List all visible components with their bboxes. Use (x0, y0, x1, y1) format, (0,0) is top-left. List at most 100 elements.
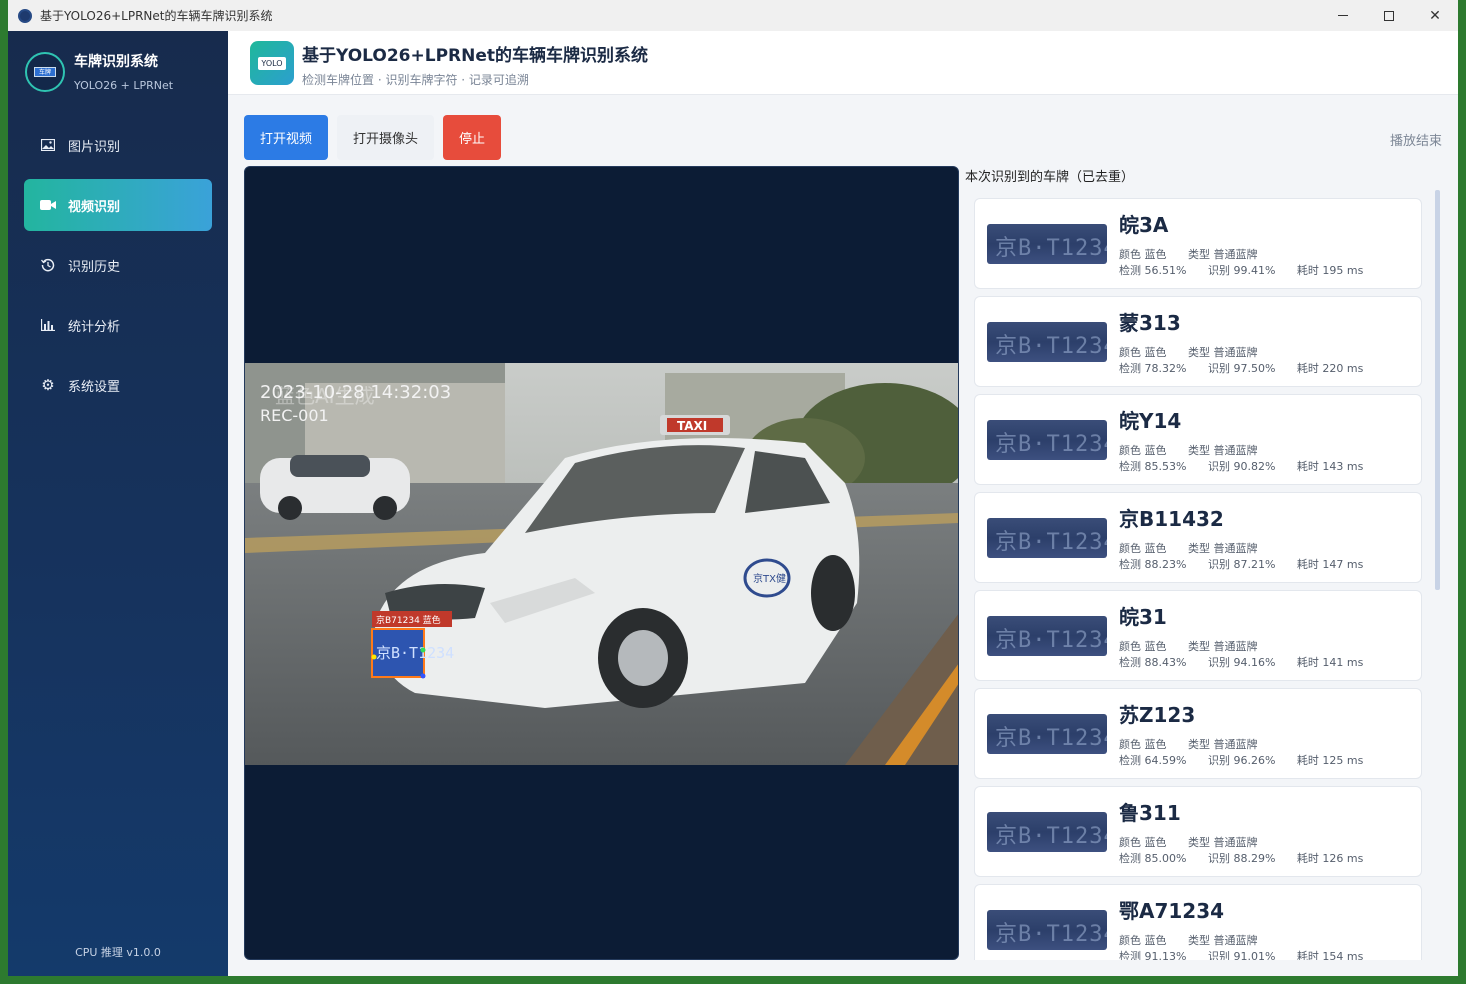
time-label: 耗时 (1296, 656, 1319, 669)
color-label: 颜色 (1119, 934, 1141, 947)
plate-color: 蓝色 (1144, 346, 1167, 359)
plate-number: 蒙313 (1119, 311, 1181, 335)
plate-meta: 颜色 蓝色 类型 普通蓝牌 检测 56.51% 识别 99.41% 耗时 195… (1119, 247, 1363, 279)
det-label: 检测 (1119, 852, 1141, 865)
brand-subtitle: YOLO26 + LPRNet (74, 79, 174, 92)
plate-thumbnail: 京B·T1234 (987, 616, 1107, 656)
plate-meta: 颜色 蓝色 类型 普通蓝牌 检测 64.59% 识别 96.26% 耗时 125… (1119, 737, 1363, 769)
yolo-logo-icon: YOLO (250, 41, 294, 85)
plate-type: 普通蓝牌 (1213, 738, 1258, 751)
plate-type: 普通蓝牌 (1213, 934, 1258, 947)
sidebar-item-settings[interactable]: ⚙ 系统设置 (24, 359, 212, 411)
plate-meta: 颜色 蓝色 类型 普通蓝牌 检测 78.32% 识别 97.50% 耗时 220… (1119, 345, 1363, 377)
plate-result-card[interactable]: 京B·T1234 皖3A 颜色 蓝色 类型 普通蓝牌 检测 56.51% 识别 … (974, 198, 1422, 289)
color-label: 颜色 (1119, 248, 1141, 261)
type-label: 类型 (1188, 444, 1210, 457)
color-label: 颜色 (1119, 640, 1141, 653)
plate-thumbnail-glyphs: 京B·T1234 (995, 824, 1107, 849)
plate-thumbnail: 京B·T1234 (987, 420, 1107, 460)
plate-number: 苏Z123 (1119, 703, 1196, 727)
rec-confidence: 87.21% (1233, 558, 1276, 571)
plate-thumbnail-glyphs: 京B·T1234 (995, 726, 1107, 751)
plate-result-card[interactable]: 京B·T1234 蒙313 颜色 蓝色 类型 普通蓝牌 检测 78.32% 识别… (974, 296, 1422, 387)
color-label: 颜色 (1119, 346, 1141, 359)
sidebar-item-image-recognition[interactable]: 图片识别 (24, 119, 212, 171)
minimize-button[interactable] (1320, 0, 1366, 31)
plate-type: 普通蓝牌 (1213, 640, 1258, 653)
close-button[interactable]: ✕ (1412, 0, 1458, 31)
plate-in-frame-text: 京B·T1234 (376, 644, 454, 662)
det-confidence: 88.43% (1144, 656, 1187, 669)
plate-type: 普通蓝牌 (1213, 444, 1258, 457)
inference-time: 147 ms (1322, 558, 1364, 571)
app-icon (18, 8, 32, 23)
sidebar-item-label: 视频识别 (68, 199, 121, 215)
plate-result-card[interactable]: 京B·T1234 皖31 颜色 蓝色 类型 普通蓝牌 检测 88.43% 识别 … (974, 590, 1422, 681)
close-icon: ✕ (1429, 7, 1441, 24)
det-label: 检测 (1119, 950, 1141, 960)
plate-meta: 颜色 蓝色 类型 普通蓝牌 检测 88.43% 识别 94.16% 耗时 141… (1119, 639, 1363, 671)
stop-button[interactable]: 停止 (443, 115, 502, 160)
det-confidence: 88.23% (1144, 558, 1187, 571)
plate-thumbnail: 京B·T1234 (987, 910, 1107, 950)
type-label: 类型 (1188, 934, 1210, 947)
sidebar-item-label: 统计分析 (68, 319, 121, 335)
plate-thumbnail-glyphs: 京B·T1234 (995, 530, 1107, 555)
plate-results-list[interactable]: 京B·T1234 皖3A 颜色 蓝色 类型 普通蓝牌 检测 56.51% 识别 … (974, 198, 1424, 960)
page-header: YOLO 基于YOLO26+LPRNet的车辆车牌识别系统 检测车牌位置 · 识… (228, 31, 1458, 95)
sidebar-item-history[interactable]: 识别历史 (24, 239, 212, 291)
plate-thumbnail-glyphs: 京B·T1234 (995, 628, 1107, 653)
minimize-icon (1338, 15, 1348, 16)
det-confidence: 85.00% (1144, 852, 1187, 865)
det-confidence: 78.32% (1144, 362, 1187, 375)
plate-color: 蓝色 (1144, 738, 1167, 751)
sidebar: 车牌 车牌识别系统 YOLO26 + LPRNet 图片识别 视频识别 识别历史… (8, 31, 228, 976)
results-scrollbar[interactable] (1435, 190, 1440, 590)
maximize-button[interactable] (1366, 0, 1412, 31)
det-label: 检测 (1119, 264, 1141, 277)
plate-result-card[interactable]: 京B·T1234 皖Y14 颜色 蓝色 类型 普通蓝牌 检测 85.53% 识别… (974, 394, 1422, 485)
plate-meta: 颜色 蓝色 类型 普通蓝牌 检测 88.23% 识别 87.21% 耗时 147… (1119, 541, 1363, 573)
plate-result-card[interactable]: 京B·T1234 京B11432 颜色 蓝色 类型 普通蓝牌 检测 88.23%… (974, 492, 1422, 583)
rec-confidence: 96.26% (1233, 754, 1276, 767)
rec-confidence: 94.16% (1233, 656, 1276, 669)
plate-thumbnail: 京B·T1234 (987, 322, 1107, 362)
det-label: 检测 (1119, 558, 1141, 571)
plate-color: 蓝色 (1144, 640, 1167, 653)
maximize-icon (1384, 10, 1394, 21)
sidebar-item-label: 系统设置 (68, 379, 121, 395)
type-label: 类型 (1188, 738, 1210, 751)
detection-label: 京B71234 蓝色 (376, 614, 441, 626)
det-confidence: 91.13% (1144, 950, 1187, 960)
plate-result-card[interactable]: 京B·T1234 鄂A71234 颜色 蓝色 类型 普通蓝牌 检测 91.13%… (974, 884, 1422, 960)
rec-label: 识别 (1207, 362, 1230, 375)
plate-thumbnail-glyphs: 京B·T1234 (995, 334, 1107, 359)
plate-result-card[interactable]: 京B·T1234 鲁311 颜色 蓝色 类型 普通蓝牌 检测 85.00% 识别… (974, 786, 1422, 877)
sidebar-item-statistics[interactable]: 统计分析 (24, 299, 212, 351)
gear-icon: ⚙ (41, 376, 55, 394)
time-label: 耗时 (1296, 460, 1319, 473)
type-label: 类型 (1188, 640, 1210, 653)
video-toolbar: 打开视频 打开摄像头 停止 (244, 115, 510, 160)
sidebar-item-label: 识别历史 (68, 259, 121, 275)
rec-label: 识别 (1207, 558, 1230, 571)
yolo-badge-text: YOLO (258, 56, 286, 70)
plate-color: 蓝色 (1144, 248, 1167, 261)
rec-confidence: 99.41% (1233, 264, 1276, 277)
version-label: CPU 推理 v1.0.0 (75, 946, 161, 959)
plate-number: 京B11432 (1119, 507, 1224, 531)
playback-status: 播放结束 (1389, 134, 1442, 149)
window-controls: ✕ (1320, 0, 1458, 31)
open-video-button[interactable]: 打开视频 (244, 115, 329, 160)
video-camera-icon (40, 197, 56, 213)
open-camera-button[interactable]: 打开摄像头 (337, 115, 435, 160)
video-rec-label: REC-001 (260, 406, 329, 425)
plate-result-card[interactable]: 京B·T1234 苏Z123 颜色 蓝色 类型 普通蓝牌 检测 64.59% 识… (974, 688, 1422, 779)
type-label: 类型 (1188, 836, 1210, 849)
plate-thumbnail-glyphs: 京B·T1234 (995, 432, 1107, 457)
plate-thumbnail: 京B·T1234 (987, 224, 1107, 264)
plate-type: 普通蓝牌 (1213, 346, 1258, 359)
brand-title: 车牌识别系统 (74, 54, 158, 70)
inference-time: 154 ms (1322, 950, 1364, 960)
sidebar-item-video-recognition[interactable]: 视频识别 (24, 179, 212, 231)
